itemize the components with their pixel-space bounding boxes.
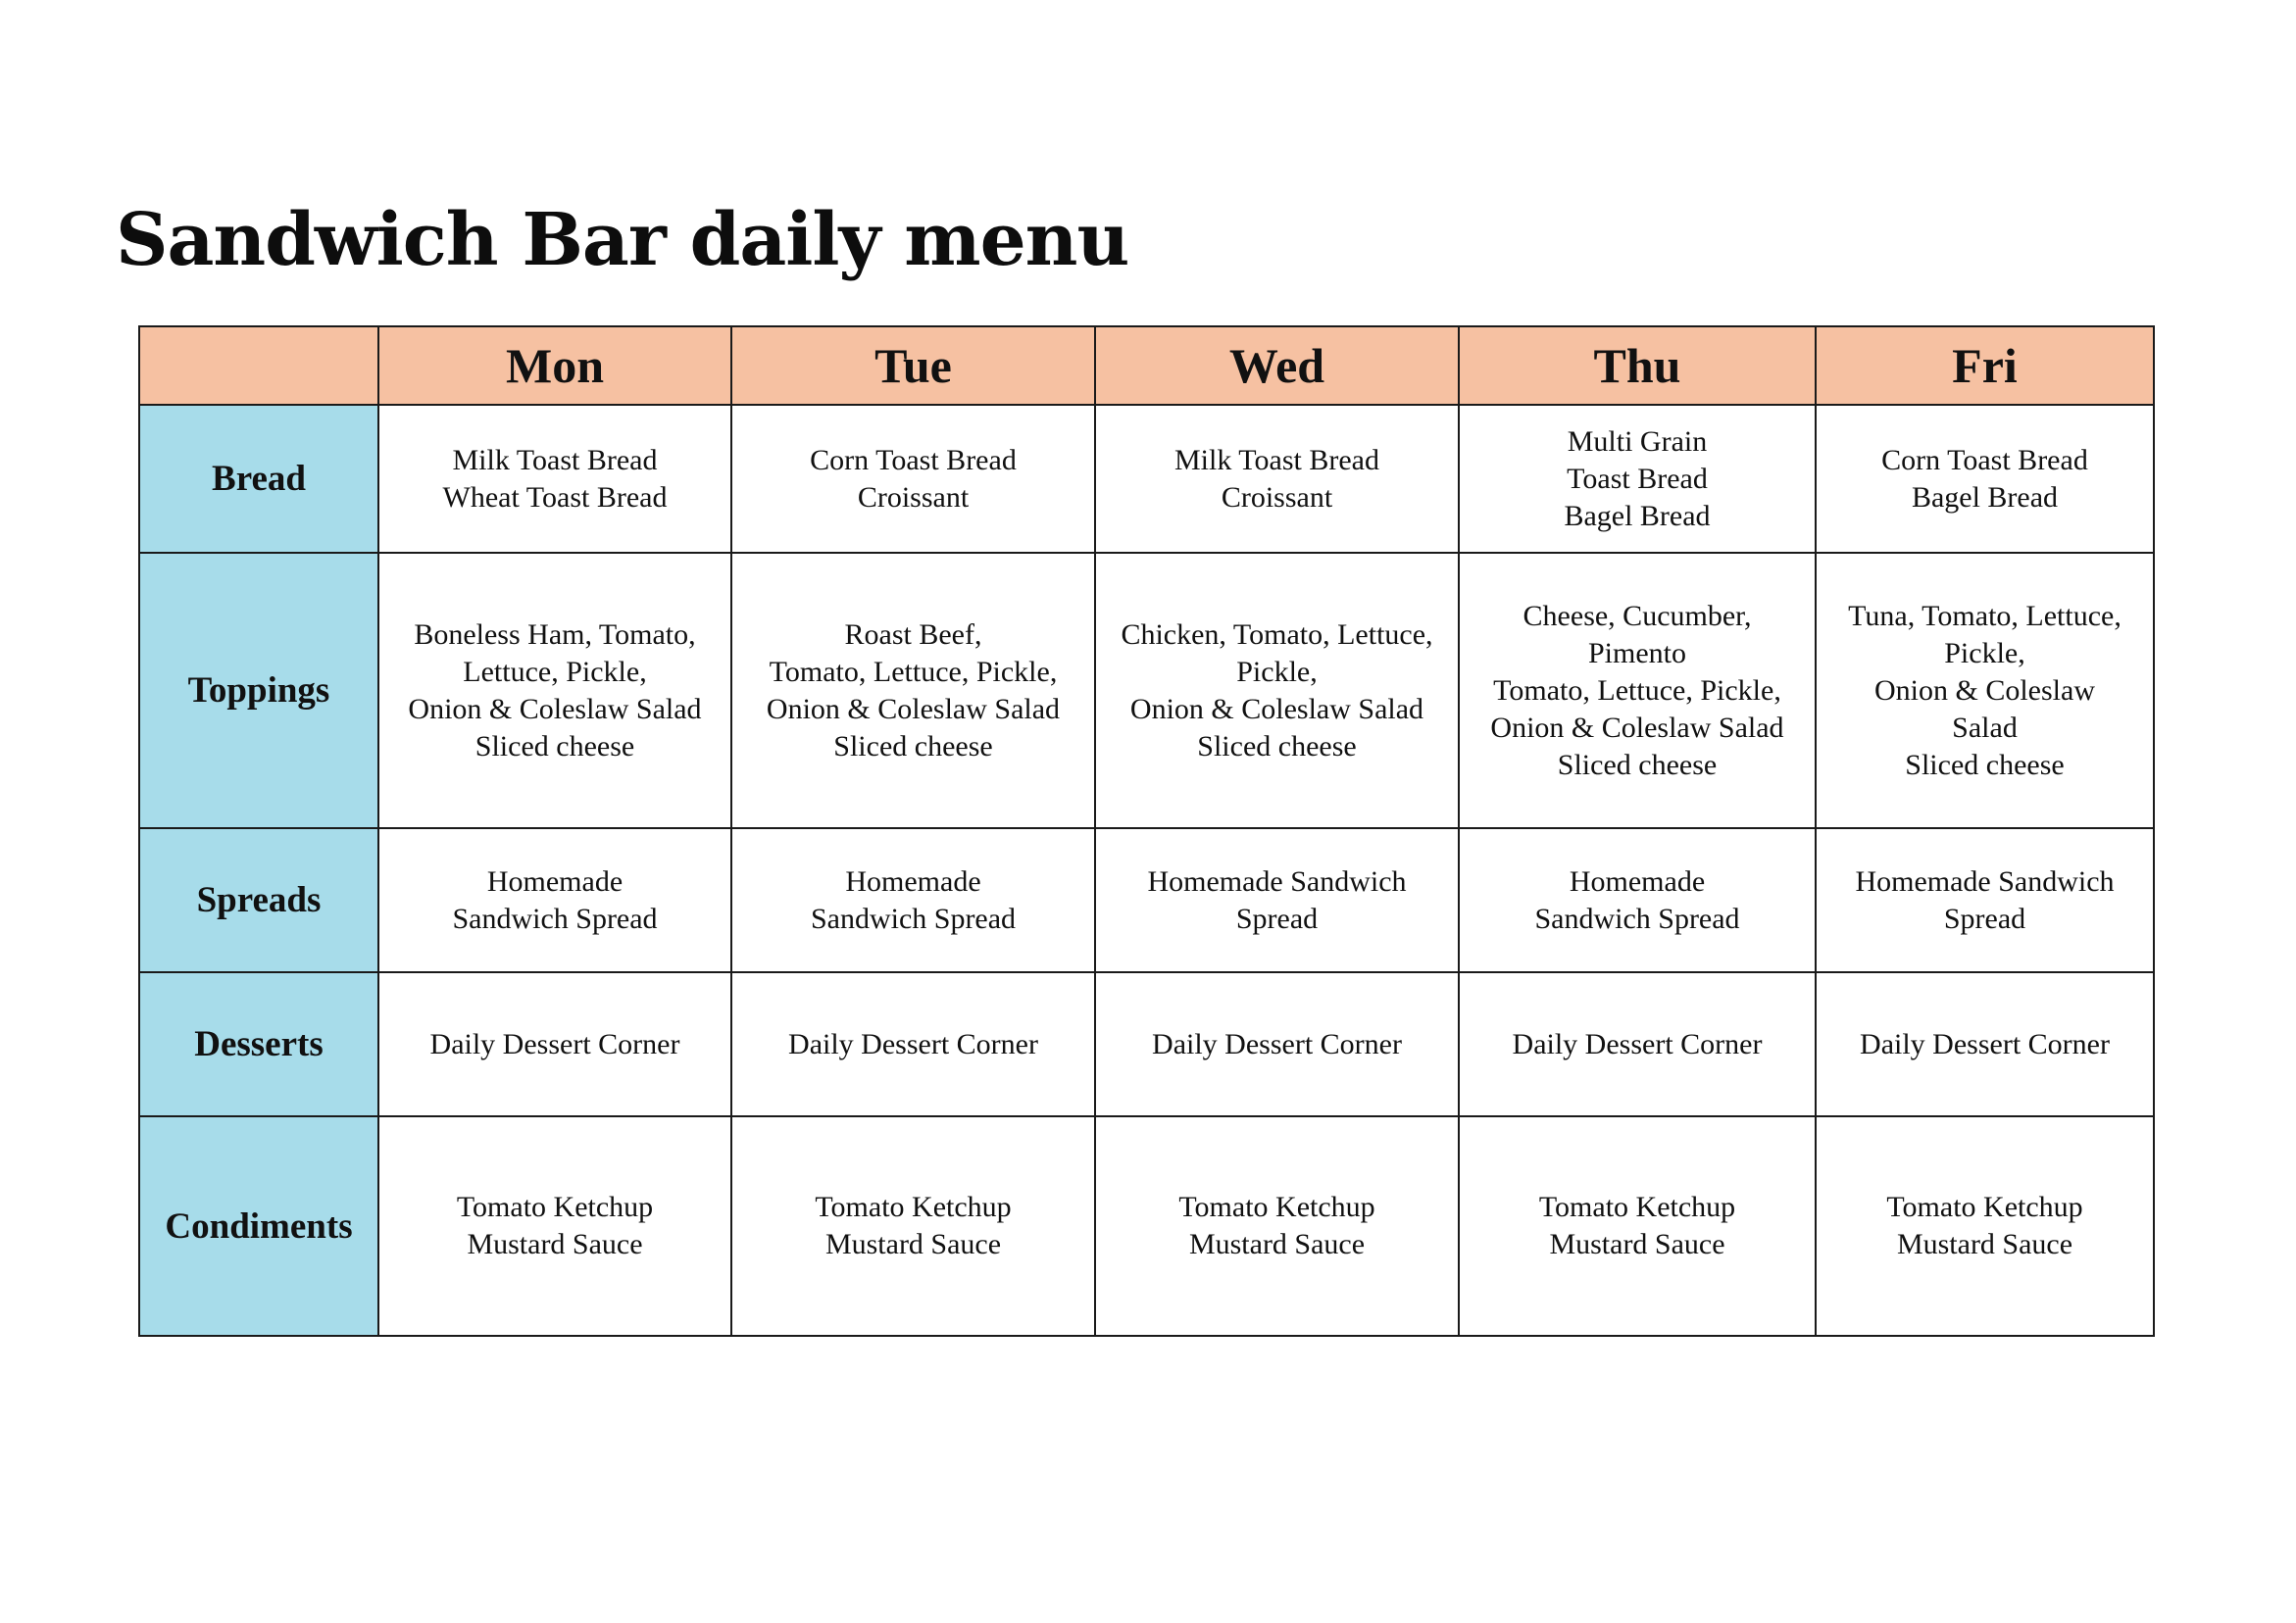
table-row-condiments: Condiments Tomato Ketchup Mustard Sauce … xyxy=(138,1115,2155,1337)
menu-cell: Daily Dessert Corner xyxy=(1094,971,1460,1117)
menu-cell: Tuna, Tomato, Lettuce, Pickle, Onion & C… xyxy=(1815,552,2155,829)
menu-cell: Multi Grain Toast Bread Bagel Bread xyxy=(1458,404,1817,554)
menu-cell: Homemade Sandwich Spread xyxy=(377,827,732,973)
table-row-spreads: Spreads Homemade Sandwich Spread Homemad… xyxy=(138,827,2155,973)
day-header-fri: Fri xyxy=(1815,325,2155,406)
category-label-desserts: Desserts xyxy=(138,971,379,1117)
menu-cell: Daily Dessert Corner xyxy=(377,971,732,1117)
menu-table: Mon Tue Wed Thu Fri Bread Milk Toast Bre… xyxy=(138,325,2155,1337)
menu-cell: Tomato Ketchup Mustard Sauce xyxy=(730,1115,1096,1337)
menu-cell: Tomato Ketchup Mustard Sauce xyxy=(377,1115,732,1337)
menu-cell: Chicken, Tomato, Lettuce, Pickle, Onion … xyxy=(1094,552,1460,829)
menu-cell: Roast Beef, Tomato, Lettuce, Pickle, Oni… xyxy=(730,552,1096,829)
day-header-wed: Wed xyxy=(1094,325,1460,406)
menu-cell: Cheese, Cucumber, Pimento Tomato, Lettuc… xyxy=(1458,552,1817,829)
menu-cell: Milk Toast Bread Croissant xyxy=(1094,404,1460,554)
menu-cell: Tomato Ketchup Mustard Sauce xyxy=(1458,1115,1817,1337)
menu-cell: Daily Dessert Corner xyxy=(730,971,1096,1117)
menu-cell: Daily Dessert Corner xyxy=(1815,971,2155,1117)
menu-cell: Milk Toast Bread Wheat Toast Bread xyxy=(377,404,732,554)
menu-cell: Tomato Ketchup Mustard Sauce xyxy=(1094,1115,1460,1337)
menu-cell: Homemade Sandwich Spread xyxy=(1458,827,1817,973)
menu-cell: Tomato Ketchup Mustard Sauce xyxy=(1815,1115,2155,1337)
header-row: Mon Tue Wed Thu Fri xyxy=(138,325,2155,406)
day-header-thu: Thu xyxy=(1458,325,1817,406)
menu-cell: Corn Toast Bread Bagel Bread xyxy=(1815,404,2155,554)
menu-cell: Homemade Sandwich Spread xyxy=(1815,827,2155,973)
day-header-tue: Tue xyxy=(730,325,1096,406)
menu-cell: Corn Toast Bread Croissant xyxy=(730,404,1096,554)
category-label-toppings: Toppings xyxy=(138,552,379,829)
menu-cell: Boneless Ham, Tomato, Lettuce, Pickle, O… xyxy=(377,552,732,829)
menu-cell: Homemade Sandwich Spread xyxy=(730,827,1096,973)
corner-cell xyxy=(138,325,379,406)
table-row-desserts: Desserts Daily Dessert Corner Daily Dess… xyxy=(138,971,2155,1117)
category-label-condiments: Condiments xyxy=(138,1115,379,1337)
page-title: Sandwich Bar daily menu xyxy=(116,198,1129,282)
menu-cell: Homemade Sandwich Spread xyxy=(1094,827,1460,973)
table-row-bread: Bread Milk Toast Bread Wheat Toast Bread… xyxy=(138,404,2155,554)
day-header-mon: Mon xyxy=(377,325,732,406)
category-label-spreads: Spreads xyxy=(138,827,379,973)
table-row-toppings: Toppings Boneless Ham, Tomato, Lettuce, … xyxy=(138,552,2155,829)
menu-cell: Daily Dessert Corner xyxy=(1458,971,1817,1117)
category-label-bread: Bread xyxy=(138,404,379,554)
